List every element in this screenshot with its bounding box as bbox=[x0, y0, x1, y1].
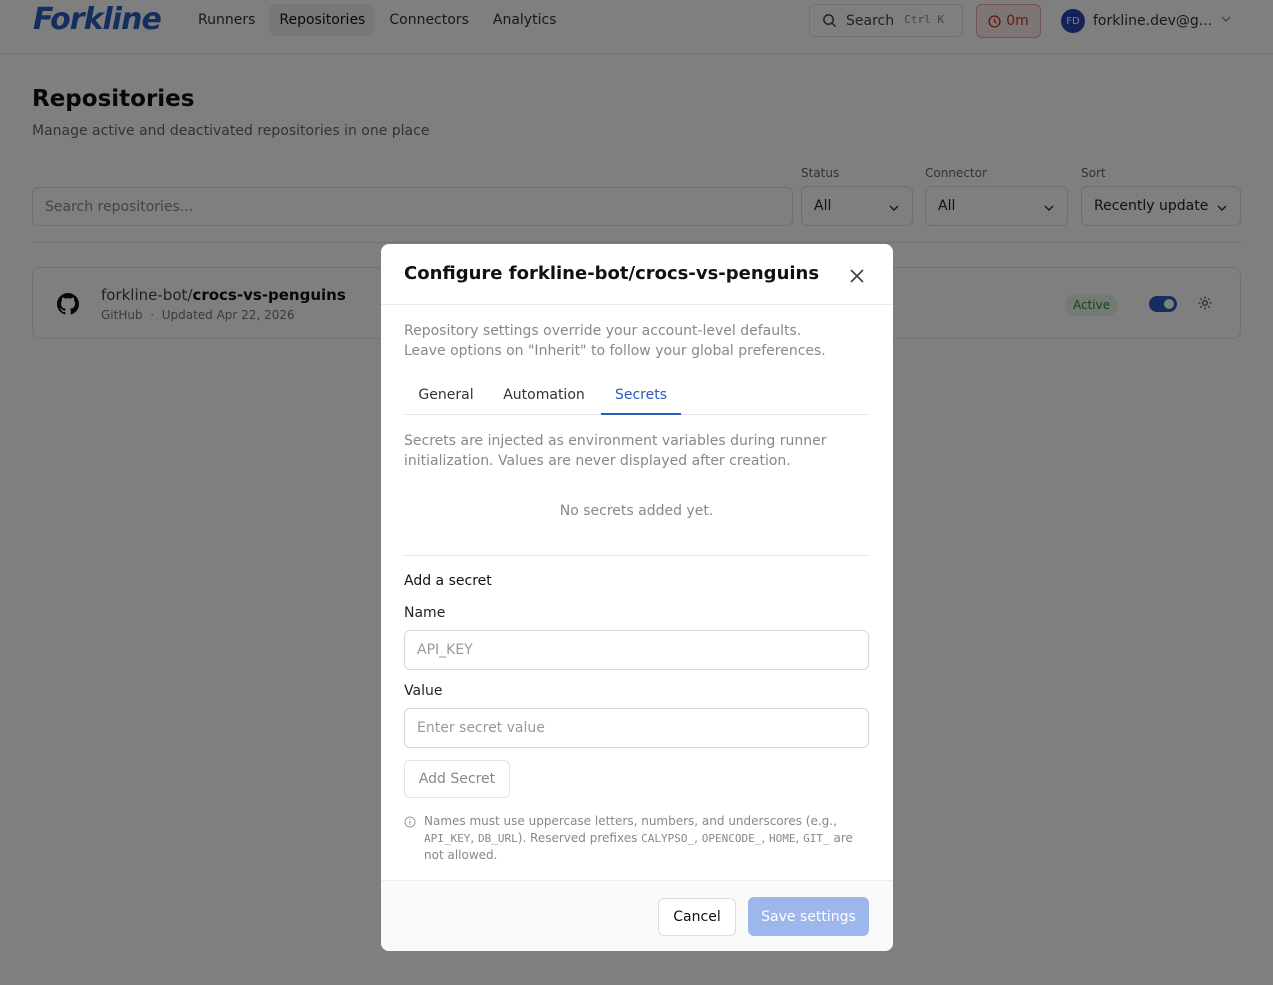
hint-code: API_KEY bbox=[424, 832, 471, 845]
hint-part: ). Reserved prefixes bbox=[517, 831, 642, 845]
cancel-button[interactable]: Cancel bbox=[658, 898, 736, 936]
hint-code: DB_URL bbox=[478, 832, 518, 845]
secret-value-label: Value bbox=[404, 683, 443, 699]
secrets-divider bbox=[404, 555, 869, 556]
modal-footer: Cancel Save settings bbox=[381, 880, 893, 951]
secrets-description: Secrets are injected as environment vari… bbox=[404, 433, 827, 469]
add-secret-button[interactable]: Add Secret bbox=[404, 760, 510, 798]
modal-header-divider bbox=[381, 304, 893, 305]
secret-name-label: Name bbox=[404, 605, 446, 621]
hint-part: , bbox=[795, 831, 804, 845]
hint-code: CALYPSO_ bbox=[641, 832, 695, 845]
hint-part: , bbox=[470, 831, 478, 845]
modal-description: Repository settings override your accoun… bbox=[404, 323, 826, 359]
secret-value-input[interactable]: Enter secret value bbox=[404, 708, 869, 748]
hint-part: , bbox=[694, 831, 702, 845]
close-icon[interactable] bbox=[847, 266, 867, 286]
tab-automation[interactable]: Automation bbox=[488, 380, 600, 415]
hint-part: , bbox=[761, 831, 770, 845]
save-settings-button[interactable]: Save settings bbox=[748, 897, 869, 936]
secrets-empty-message: No secrets added yet. bbox=[559, 503, 714, 519]
hint-text: Names must use uppercase letters, number… bbox=[424, 813, 869, 864]
hint-code: HOME bbox=[769, 832, 796, 845]
secret-name-hint: Names must use uppercase letters, number… bbox=[404, 813, 869, 864]
secret-name-input[interactable]: API_KEY bbox=[404, 630, 869, 670]
info-icon bbox=[404, 816, 416, 828]
tab-secrets[interactable]: Secrets bbox=[601, 380, 681, 415]
tab-general[interactable]: General bbox=[404, 380, 488, 415]
hint-part: Names must use uppercase letters, number… bbox=[424, 814, 837, 828]
settings-tabs: General Automation Secrets bbox=[404, 380, 869, 415]
configure-repo-modal: Configure forkline-bot/crocs-vs-penguins… bbox=[381, 244, 893, 951]
add-secret-heading: Add a secret bbox=[404, 573, 492, 589]
hint-code: GIT_ bbox=[803, 832, 830, 845]
modal-title: Configure forkline-bot/crocs-vs-penguins bbox=[404, 263, 820, 284]
hint-code: OPENCODE_ bbox=[701, 832, 762, 845]
